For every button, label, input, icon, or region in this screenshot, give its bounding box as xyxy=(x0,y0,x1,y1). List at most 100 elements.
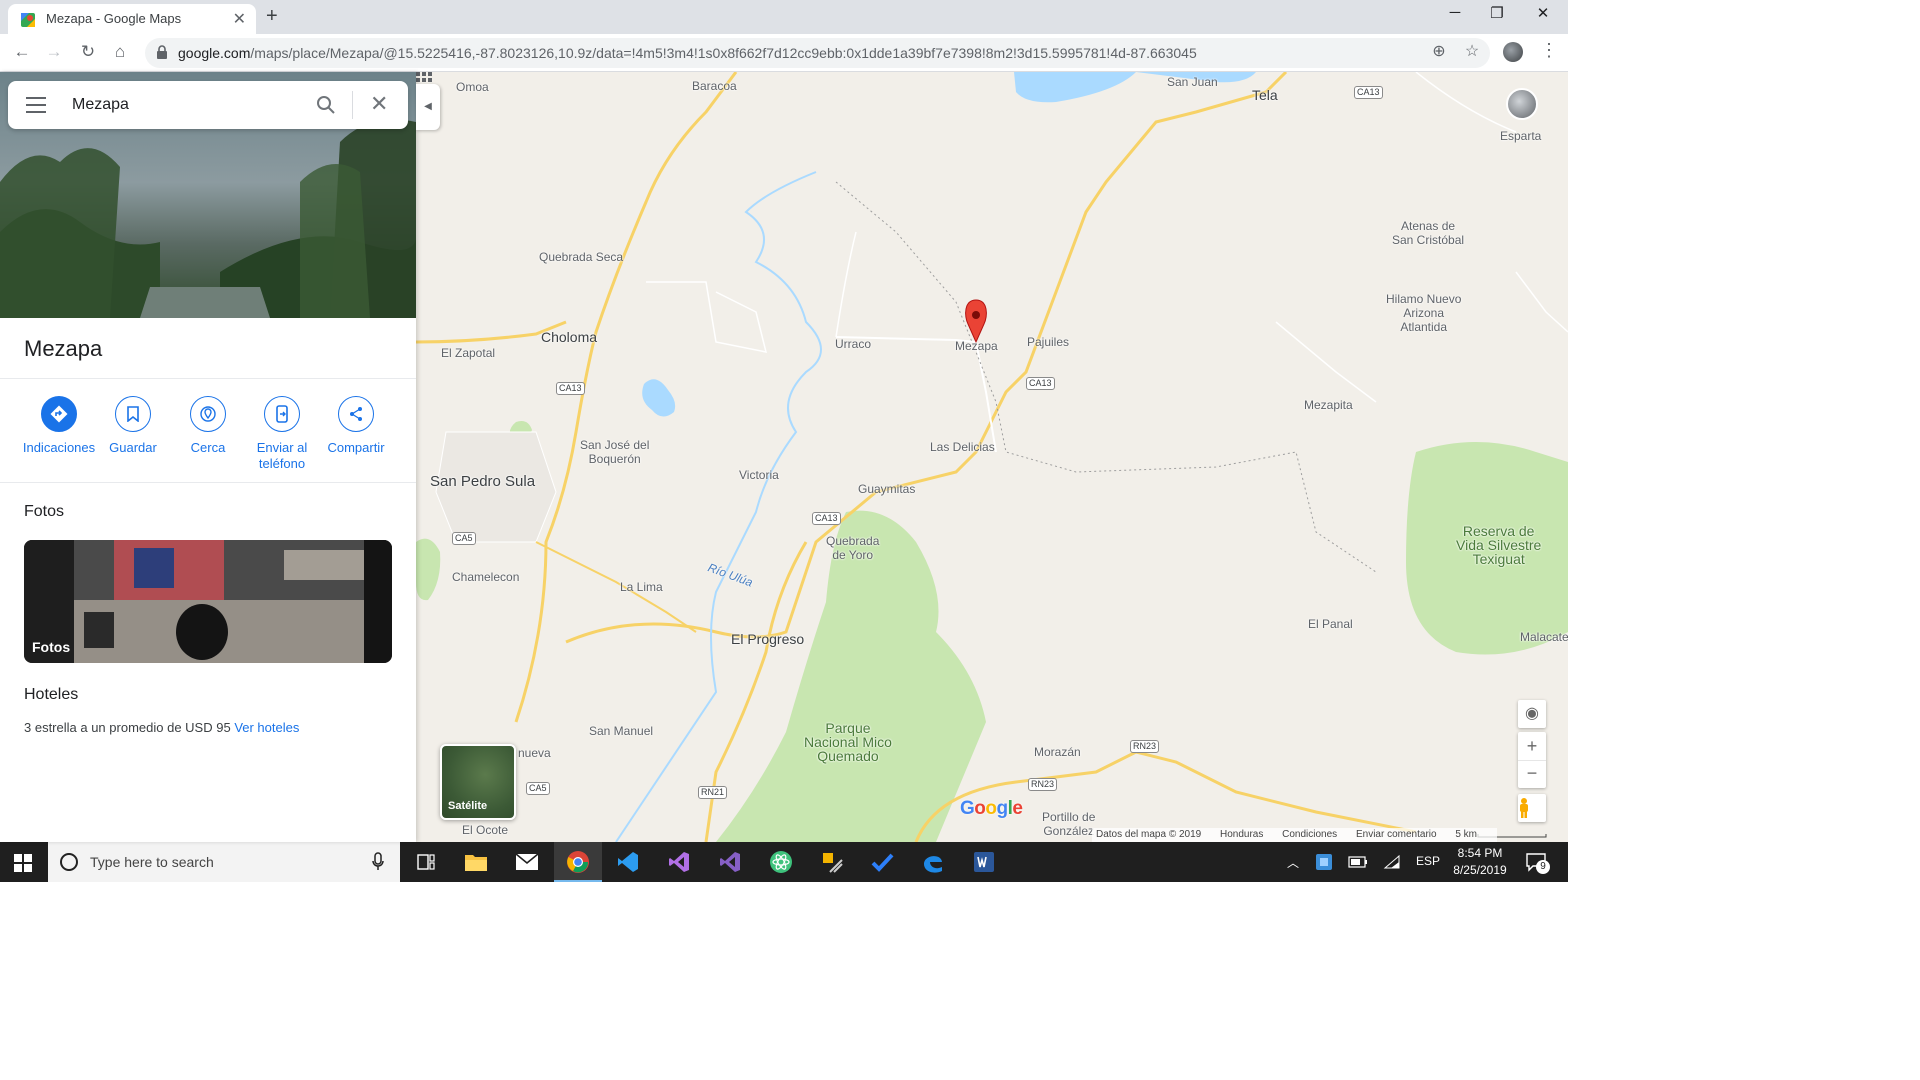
minimize-icon[interactable]: ─ xyxy=(1432,4,1478,21)
feedback-link[interactable]: Enviar comentario xyxy=(1356,829,1437,840)
share-button[interactable]: Compartir xyxy=(316,396,396,456)
zoom-in-button[interactable]: + xyxy=(1518,732,1546,760)
browser-menu-icon[interactable]: ⋮ xyxy=(1540,40,1558,61)
tab-close-icon[interactable]: ✕ xyxy=(233,9,246,29)
cortana-icon xyxy=(60,853,78,871)
task-view-icon[interactable] xyxy=(412,848,440,876)
photos-heading: Fotos xyxy=(24,503,65,520)
my-location-icon: ◉ xyxy=(1525,705,1539,722)
route-shield: CA13 xyxy=(1026,377,1055,390)
tab-title: Mezapa - Google Maps xyxy=(46,11,182,26)
directions-button[interactable]: Indicaciones xyxy=(19,396,99,456)
mail-icon[interactable] xyxy=(513,848,541,876)
search-icon[interactable] xyxy=(316,95,336,115)
account-avatar[interactable] xyxy=(1506,88,1538,120)
place-label: Quebrada Seca xyxy=(539,250,624,264)
profile-avatar[interactable] xyxy=(1503,42,1523,62)
taskbar-search[interactable]: Type here to search xyxy=(48,842,400,882)
reload-icon[interactable]: ↻ xyxy=(78,42,98,62)
place-label: El Progreso xyxy=(731,631,805,647)
tools-icon[interactable] xyxy=(818,848,846,876)
defender-tray-icon[interactable] xyxy=(1312,850,1336,874)
vscode-icon[interactable] xyxy=(614,848,642,876)
hotels-summary: 3 estrella a un promedio de USD 95 Ver h… xyxy=(24,720,300,735)
scale-label[interactable]: 5 km xyxy=(1455,829,1477,840)
send-to-phone-icon xyxy=(276,405,288,423)
lock-icon xyxy=(157,45,167,59)
route-shield: CA13 xyxy=(1354,86,1383,99)
forward-icon[interactable]: → xyxy=(44,42,64,62)
visual-studio-2-icon[interactable] xyxy=(716,848,744,876)
atom-icon[interactable] xyxy=(767,848,795,876)
edge-icon[interactable] xyxy=(919,848,947,876)
share-icon xyxy=(350,407,362,421)
place-hero-photo[interactable]: ✕ xyxy=(0,72,416,318)
close-window-icon[interactable]: ✕ xyxy=(1520,4,1566,22)
place-label: Baracoa xyxy=(692,79,737,93)
satellite-layer-toggle[interactable]: Satélite xyxy=(440,744,516,820)
my-location-button[interactable]: ◉ xyxy=(1518,700,1546,728)
wifi-icon[interactable] xyxy=(1380,850,1404,874)
taskbar-search-placeholder: Type here to search xyxy=(90,854,214,870)
place-label: Hilamo Nuevo Arizona Atlantida xyxy=(1386,292,1462,334)
place-label: Pajuiles xyxy=(1027,335,1070,349)
route-shield: CA13 xyxy=(812,512,841,525)
terms-link[interactable]: Condiciones xyxy=(1282,829,1337,840)
file-explorer-icon[interactable] xyxy=(462,848,490,876)
route-shield: RN21 xyxy=(698,786,728,799)
country-link[interactable]: Honduras xyxy=(1220,829,1263,840)
windows-start-icon[interactable] xyxy=(14,854,32,872)
notification-count: 9 xyxy=(1536,860,1550,874)
map-canvas[interactable]: Omoa Baracoa San Juan Tela Esparta Atena… xyxy=(416,72,1568,842)
chrome-icon[interactable] xyxy=(564,848,592,876)
place-label: Atenas de San Cristóbal xyxy=(1392,219,1465,247)
address-bar[interactable]: google.com/maps/place/Mezapa/@15.5225416… xyxy=(145,38,1490,68)
word-icon[interactable] xyxy=(970,848,998,876)
new-tab-icon[interactable]: + xyxy=(266,5,278,28)
microphone-icon[interactable] xyxy=(372,852,384,872)
save-button[interactable]: Guardar xyxy=(93,396,173,456)
install-icon[interactable]: ⊕ xyxy=(1430,43,1448,61)
browser-toolbar: ← → ↻ ⌂ google.com/maps/place/Mezapa/@15… xyxy=(0,34,1568,72)
route-shield: CA5 xyxy=(452,532,476,545)
home-icon[interactable]: ⌂ xyxy=(110,42,130,62)
clock[interactable]: 8:54 PM 8/25/2019 xyxy=(1450,845,1510,879)
place-label: Quebrada de Yoro xyxy=(826,534,880,562)
clear-search-icon[interactable]: ✕ xyxy=(370,91,388,117)
visual-studio-icon[interactable] xyxy=(665,848,693,876)
place-label: Mezapita xyxy=(1304,398,1353,412)
place-label: Morazán xyxy=(1034,745,1081,759)
place-label: El Zapotal xyxy=(441,346,496,360)
search-box: ✕ xyxy=(8,81,408,129)
zoom-out-button[interactable]: − xyxy=(1518,760,1546,788)
notifications-icon[interactable]: 9 xyxy=(1522,848,1550,876)
satellite-label: Satélite xyxy=(448,800,488,812)
photos-card[interactable]: Fotos xyxy=(24,540,392,663)
windows-taskbar: Type here to search ︿ ESP 8:54 PM 8/25/2… xyxy=(0,842,1568,882)
search-input[interactable] xyxy=(72,93,292,117)
hotels-heading: Hoteles xyxy=(24,686,79,703)
place-marker-pin[interactable] xyxy=(965,299,987,344)
place-label: Victoria xyxy=(739,468,779,482)
send-to-phone-button[interactable]: Enviar al teléfono xyxy=(242,396,322,472)
route-shield: CA13 xyxy=(556,382,585,395)
place-label: Esparta xyxy=(1500,129,1542,143)
pegman-button[interactable] xyxy=(1518,794,1546,822)
browser-tab[interactable]: Mezapa - Google Maps ✕ xyxy=(8,4,256,34)
maximize-icon[interactable]: ❐ xyxy=(1474,4,1520,22)
nearby-button[interactable]: Cerca xyxy=(168,396,248,456)
battery-icon[interactable] xyxy=(1346,850,1370,874)
back-icon[interactable]: ← xyxy=(12,42,32,62)
menu-icon[interactable] xyxy=(26,97,46,113)
place-label: Malacate xyxy=(1520,630,1568,644)
todo-icon[interactable] xyxy=(868,848,896,876)
collapse-panel-button[interactable]: ◀ xyxy=(416,84,440,130)
place-label: La Lima xyxy=(620,580,663,594)
input-language[interactable]: ESP xyxy=(1416,854,1440,868)
view-hotels-link[interactable]: Ver hoteles xyxy=(234,720,299,735)
place-label: Urraco xyxy=(835,337,872,351)
tray-overflow-icon[interactable]: ︿ xyxy=(1287,854,1299,871)
place-label: San Pedro Sula xyxy=(430,473,536,490)
bookmark-star-icon[interactable]: ☆ xyxy=(1463,43,1481,61)
divider xyxy=(0,378,416,379)
